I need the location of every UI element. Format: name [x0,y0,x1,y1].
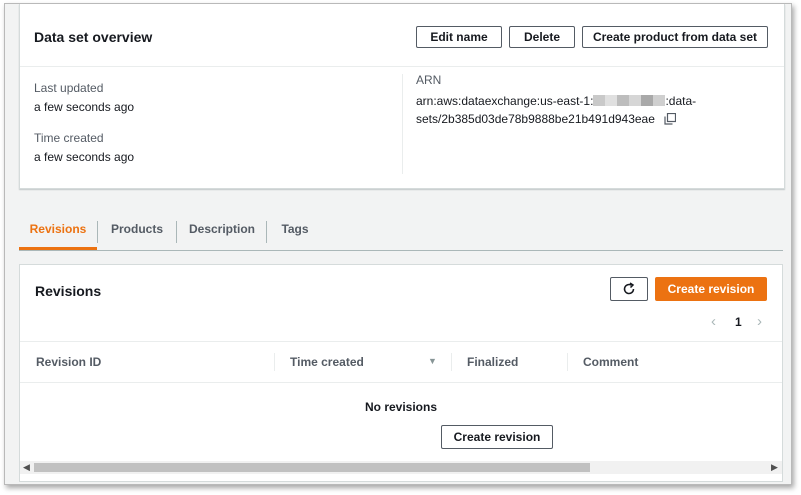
column-separator [274,353,275,371]
time-created-value: a few seconds ago [34,150,135,164]
tab-revisions[interactable]: Revisions [19,210,97,250]
time-created-label: Time created [34,131,104,145]
data-set-overview-panel: Data set overview Edit name Delete Creat… [19,4,785,189]
arn-suffix: :data- [665,94,697,108]
window-frame: Data set overview Edit name Delete Creat… [4,3,792,485]
create-product-button[interactable]: Create product from data set [582,26,768,48]
column-separator [451,353,452,371]
scroll-left-icon[interactable]: ◀ [23,462,30,473]
delete-button[interactable]: Delete [509,26,575,48]
create-revision-button[interactable]: Create revision [655,277,767,301]
overview-title: Data set overview [34,29,153,45]
column-finalized[interactable]: Finalized [467,355,518,369]
arn-value-line1: arn:aws:dataexchange:us-east-1: :data- [416,94,696,108]
revisions-title: Revisions [35,283,102,299]
arn-value-line2: sets/2b385d03de78b9888be21b491d943eae [416,112,677,126]
copy-icon[interactable] [664,112,677,125]
refresh-button[interactable] [610,277,648,301]
arn-line2: sets/2b385d03de78b9888be21b491d943eae [416,112,655,126]
last-updated-value: a few seconds ago [34,100,135,114]
redacted-account-id [593,95,666,106]
revisions-container: Revisions Create revision ‹ 1 › Revision… [19,264,783,482]
column-divider [402,74,403,174]
column-revision-id[interactable]: Revision ID [36,355,101,369]
tab-bar: Revisions Products Description Tags [19,210,783,251]
arn-label: ARN [416,73,442,87]
scroll-right-icon[interactable]: ▶ [771,462,778,473]
last-updated-label: Last updated [34,81,104,95]
column-separator [567,353,568,371]
scrollbar-thumb[interactable] [34,463,590,472]
tab-description[interactable]: Description [177,210,267,248]
sort-descending-icon[interactable]: ▼ [428,356,437,366]
tab-products[interactable]: Products [98,210,176,248]
page-number[interactable]: 1 [735,315,742,329]
horizontal-scrollbar[interactable]: ◀ ▶ [20,461,782,474]
arn-prefix: arn:aws:dataexchange:us-east-1: [416,94,594,108]
overview-header: Data set overview Edit name Delete Creat… [20,4,784,67]
table-header [20,341,782,383]
chevron-left-icon[interactable]: ‹ [711,313,716,330]
column-comment[interactable]: Comment [583,355,638,369]
tab-tags[interactable]: Tags [267,210,323,248]
column-time-created[interactable]: Time created [290,355,364,369]
chevron-right-icon[interactable]: › [757,313,762,330]
edit-name-button[interactable]: Edit name [416,26,502,48]
refresh-icon [623,282,635,295]
empty-state-text: No revisions [364,400,438,414]
empty-create-revision-button[interactable]: Create revision [441,425,553,449]
